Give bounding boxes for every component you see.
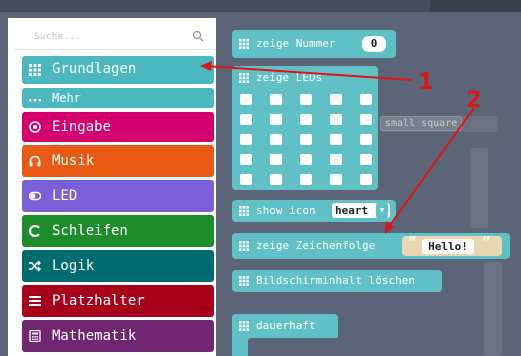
category-label: Mehr [52,91,81,105]
led-cell[interactable] [270,94,282,105]
background-block [470,148,488,228]
led-cell[interactable] [270,154,282,165]
block-forever[interactable]: dauerhaft [232,314,338,356]
block-label: zeige Zeichenfolge [256,239,376,252]
block-label: zeige LEDs [256,71,323,84]
led-cell[interactable] [240,94,252,105]
led-cell[interactable] [330,114,342,125]
headphones-icon [29,155,41,167]
led-cell[interactable] [300,174,312,185]
led-cell[interactable] [300,154,312,165]
led-cell[interactable] [270,134,282,145]
category-schleifen[interactable]: Schleifen [22,215,214,247]
led-cell[interactable] [300,134,312,145]
led-cell[interactable] [240,154,252,165]
search-placeholder: Suche... [34,32,82,42]
led-cell[interactable] [240,134,252,145]
led-cell[interactable] [300,94,312,105]
list-icon [29,296,41,306]
led-cell[interactable] [330,94,342,105]
category-musik[interactable]: Musik [22,145,214,177]
led-cell[interactable] [330,154,342,165]
background-chip: small square [380,116,463,131]
search-box[interactable]: Suche... [14,24,214,50]
led-cell[interactable] [240,114,252,125]
led-cell[interactable] [330,134,342,145]
chevron-down-icon: ▼ [376,203,388,218]
target-icon [29,121,41,133]
category-label: Logik [52,258,95,274]
category-label: Eingabe [52,119,112,135]
led-cell[interactable] [330,174,342,185]
led-cell[interactable] [360,134,372,145]
led-cell[interactable] [300,114,312,125]
annotation-number-1: 1 [418,70,434,95]
block-show-leds[interactable]: zeige LEDs [232,66,378,190]
category-label: Mathematik [52,328,137,344]
led-cell[interactable] [360,114,372,125]
category-eingabe[interactable]: Eingabe [22,112,214,142]
search-icon[interactable] [192,30,204,42]
grid-icon [239,206,249,216]
grid-icon [239,39,249,49]
led-cell[interactable] [270,114,282,125]
led-cell[interactable] [270,174,282,185]
more-dots-icon [29,99,41,102]
forever-slot [248,338,338,356]
grid-icon [239,73,249,83]
grid-icon [239,321,249,331]
category-label: LED [52,188,78,204]
led-cell[interactable] [360,154,372,165]
number-input[interactable]: 0 [362,36,386,52]
category-grundlagen[interactable]: Grundlagen [22,56,214,84]
category-label: Platzhalter [52,293,145,309]
category-platzhalter[interactable]: Platzhalter [22,285,214,317]
grid-icon [239,241,249,251]
string-input[interactable]: Hello! [422,239,474,254]
top-tab [430,0,521,12]
quote-open-icon: “ [408,235,417,251]
background-block [484,262,502,356]
block-show-icon[interactable]: show icon heart ▼ [232,200,396,222]
shuffle-icon [29,260,41,272]
annotation-number-2: 2 [466,88,482,113]
led-cell[interactable] [360,174,372,185]
led-cell[interactable] [240,174,252,185]
led-cell[interactable] [360,94,372,105]
category-label: Grundlagen [52,61,137,77]
block-show-string[interactable]: zeige Zeichenfolge “ Hello! ” [232,233,510,259]
category-logik[interactable]: Logik [22,250,214,282]
category-mehr[interactable]: Mehr [22,88,214,108]
quote-close-icon: ” [482,235,491,251]
block-label: zeige Nummer [256,37,336,50]
category-led[interactable]: LED [22,180,214,212]
block-show-number[interactable]: zeige Nummer 0 [232,30,396,58]
top-bar [0,0,521,12]
grid-icon [239,276,249,286]
calculator-icon [29,330,41,342]
icon-dropdown-value: heart [335,204,369,217]
loop-icon [29,225,40,237]
category-mathematik[interactable]: Mathematik [22,320,214,352]
grid-icon [29,64,41,76]
category-label: Musik [52,153,95,169]
block-label: show icon [256,204,316,217]
block-clear-screen[interactable]: Bildschirminhalt löschen [232,270,442,292]
category-label: Schleifen [52,223,128,239]
toggle-icon [29,191,41,201]
block-label: Bildschirminhalt löschen [256,274,415,287]
block-label: dauerhaft [256,319,316,332]
